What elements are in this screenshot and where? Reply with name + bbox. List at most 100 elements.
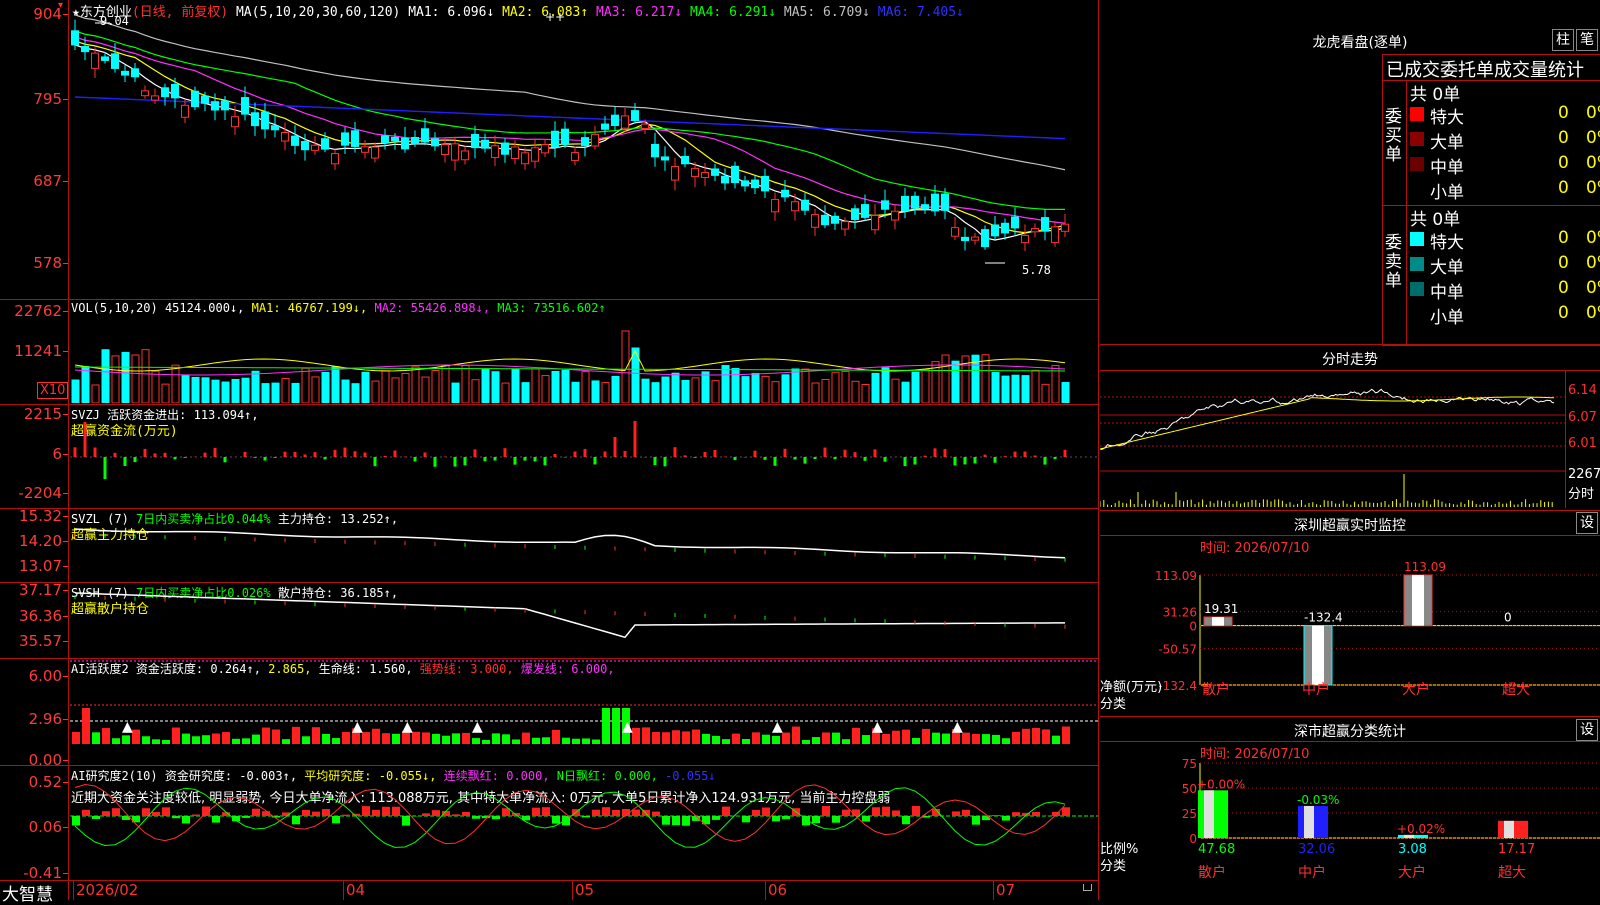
volume-bar xyxy=(512,369,519,403)
activity-bar xyxy=(412,732,420,744)
up-arrow: ▲ xyxy=(352,719,363,735)
flow-bar xyxy=(414,457,417,462)
volume-bar xyxy=(162,384,169,403)
candle xyxy=(702,172,709,177)
activity-bar xyxy=(242,738,250,744)
volume-bar xyxy=(422,377,429,403)
research-bar xyxy=(242,816,250,818)
buy-row-name: 特大 xyxy=(1430,103,1464,128)
research-bar xyxy=(262,811,270,816)
flow-bar xyxy=(184,457,187,458)
candle xyxy=(242,98,249,115)
candle xyxy=(782,190,789,197)
y-tick: 36.36 xyxy=(19,607,62,625)
candle xyxy=(712,169,719,175)
volume-bar xyxy=(242,378,249,403)
volume-bar xyxy=(952,361,959,403)
candle xyxy=(642,124,649,128)
activity-bar xyxy=(292,727,300,744)
buy-row-name: 中单 xyxy=(1430,153,1464,178)
up-arrow: ▲ xyxy=(622,719,633,735)
svsh-chart[interactable] xyxy=(70,583,1098,658)
candle xyxy=(202,96,209,103)
pen-mode-button[interactable]: 笔 xyxy=(1576,29,1598,51)
bar-mode-button[interactable]: 柱 xyxy=(1552,29,1574,51)
research-bar xyxy=(322,809,330,816)
flow-bar xyxy=(324,457,327,459)
volume-bar xyxy=(1032,370,1039,403)
flow-bar xyxy=(344,448,347,457)
svzl-chart[interactable] xyxy=(70,509,1098,582)
candle xyxy=(532,148,539,161)
flow-bar xyxy=(434,457,437,467)
candle xyxy=(322,139,329,149)
candle xyxy=(252,113,259,126)
volume-chart[interactable] xyxy=(70,315,1098,403)
volume-bar xyxy=(442,365,449,403)
activity-bar xyxy=(1062,727,1070,744)
candle xyxy=(592,134,599,146)
candle xyxy=(142,91,149,96)
activity-bar xyxy=(682,731,690,744)
research-bar xyxy=(362,806,370,816)
candle xyxy=(652,144,659,156)
volume-bar xyxy=(792,369,799,403)
flow-bar xyxy=(994,457,997,463)
volume-bar xyxy=(722,366,729,403)
candle xyxy=(832,216,839,223)
volume-bar xyxy=(602,383,609,403)
activity-bar xyxy=(862,735,870,744)
flow-bar xyxy=(294,452,297,457)
activity-bar xyxy=(882,734,890,744)
candle xyxy=(612,115,619,125)
volume-bar xyxy=(652,383,659,403)
candle xyxy=(232,117,239,127)
main-chart-area[interactable]: ★东方创业(日线, 前复权) MA(5,10,20,30,60,120) MA1… xyxy=(0,0,1099,900)
research-bar xyxy=(372,810,380,816)
buy-row-count: 0 xyxy=(1558,178,1569,198)
activity-bar xyxy=(822,732,830,744)
svzj-chart[interactable] xyxy=(70,405,1098,508)
category-label: 中户 xyxy=(1302,681,1330,698)
flow-bar xyxy=(874,449,877,457)
volume-bar xyxy=(752,373,759,403)
sell-row-pct: 0% xyxy=(1586,253,1600,273)
ratio-value: 17.17 xyxy=(1498,842,1535,857)
sell-row-name: 中单 xyxy=(1430,278,1464,303)
ai-research-chart[interactable] xyxy=(70,766,1098,880)
research-bar xyxy=(452,814,460,816)
sell-row-count: 0 xyxy=(1558,228,1569,248)
net-value-label: 19.31 xyxy=(1204,602,1238,616)
activity-bar xyxy=(522,733,530,744)
sz-monitor-settings-button[interactable]: 设 xyxy=(1576,512,1598,534)
category-label: 超大 xyxy=(1502,682,1530,698)
activity-bar xyxy=(1022,729,1030,744)
sell-row-pct: 0% xyxy=(1586,278,1600,298)
research-bar xyxy=(182,816,190,823)
color-swatch xyxy=(1410,132,1424,146)
research-bar xyxy=(842,810,850,816)
research-bar xyxy=(762,807,770,816)
flow-bar xyxy=(934,448,937,457)
research-bar xyxy=(972,816,980,825)
intraday-chart[interactable] xyxy=(1100,371,1565,508)
volume-bar xyxy=(492,372,499,403)
monitor-x-label: 分类 xyxy=(1100,697,1126,712)
candle xyxy=(222,101,229,110)
buy-side-label: 委买单 xyxy=(1385,108,1403,165)
lock-icon[interactable] xyxy=(1083,884,1092,891)
flow-bar xyxy=(484,457,487,461)
flow-bar xyxy=(854,452,857,457)
ai-active-chart[interactable]: ▲▲▲▲▲▲▲▲ xyxy=(70,659,1098,765)
flow-bar xyxy=(1044,457,1047,465)
monitor-y-tick: 31.26 xyxy=(1163,606,1197,620)
activity-bar xyxy=(832,733,840,744)
candlestick-chart[interactable] xyxy=(70,15,1098,298)
flow-bar xyxy=(834,457,837,459)
flow-bar xyxy=(1034,456,1037,457)
sz-class-settings-button[interactable]: 设 xyxy=(1576,719,1598,741)
research-bar xyxy=(992,815,1000,816)
research-bar xyxy=(152,812,160,816)
y-tick: 795 xyxy=(33,90,62,108)
activity-bar xyxy=(122,735,130,744)
